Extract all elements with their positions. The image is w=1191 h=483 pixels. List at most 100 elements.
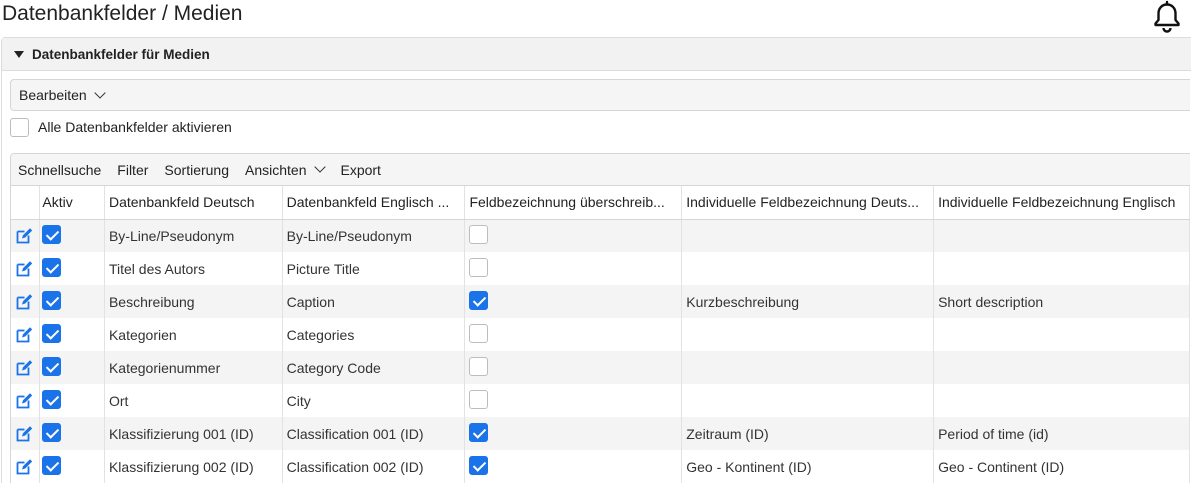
edit-icon[interactable] (15, 293, 33, 311)
bell-icon[interactable] (1150, 0, 1184, 34)
col-header-edit (11, 186, 41, 220)
field-de-cell: Beschreibung (104, 285, 283, 318)
edit-menu-bar: Bearbeiten (10, 79, 1190, 111)
override-checkbox[interactable] (469, 356, 489, 376)
row-edit-cell (11, 219, 41, 252)
table-row[interactable]: Kategorienummer Category Code (11, 351, 1190, 384)
active-checkbox[interactable] (42, 422, 62, 442)
edit-icon[interactable] (15, 392, 33, 410)
override-cell (464, 417, 683, 450)
quick-search-button[interactable]: Schnellsuche (18, 162, 101, 178)
override-cell (464, 219, 683, 252)
override-cell (464, 384, 683, 417)
row-edit-cell (11, 384, 41, 417)
custom-de-cell (681, 252, 935, 285)
custom-en-cell: Period of time (id) (933, 417, 1190, 450)
chevron-down-icon (94, 86, 106, 99)
custom-en-cell (933, 318, 1190, 351)
activate-all-label: Alle Datenbankfelder aktivieren (38, 119, 232, 135)
active-checkbox[interactable] (42, 389, 62, 409)
override-checkbox[interactable] (469, 422, 489, 442)
override-checkbox[interactable] (469, 455, 489, 475)
views-label: Ansichten (245, 161, 307, 178)
override-checkbox[interactable] (469, 224, 489, 244)
custom-en-cell (933, 351, 1190, 384)
active-cell (39, 318, 105, 351)
override-checkbox[interactable] (469, 257, 489, 277)
views-button[interactable]: Ansichten (245, 161, 327, 178)
active-cell (39, 384, 105, 417)
chevron-down-icon (314, 161, 327, 173)
override-cell (464, 450, 683, 483)
active-cell (39, 417, 105, 450)
activate-all-row: Alle Datenbankfelder aktivieren (10, 117, 232, 137)
field-en-cell: By-Line/Pseudonym (282, 219, 466, 252)
table-row[interactable]: Beschreibung Caption Kurzbeschreibung Short… (11, 285, 1190, 318)
active-checkbox[interactable] (42, 323, 62, 343)
table-row[interactable]: Kategorien Categories (11, 318, 1190, 351)
override-cell (464, 252, 683, 285)
custom-en-cell (933, 252, 1190, 285)
triangle-down-icon[interactable] (14, 50, 24, 58)
active-checkbox[interactable] (42, 290, 62, 310)
table-header-row: Aktiv Datenbankfeld Deutsch Datenbankfel… (11, 186, 1190, 220)
field-en-cell: Caption (282, 285, 466, 318)
data-grid: Schnellsuche Filter Sortierung Ansichten… (10, 153, 1190, 483)
active-checkbox[interactable] (42, 257, 62, 277)
page-title: Datenbankfelder / Medien (2, 2, 243, 25)
row-edit-cell (11, 417, 41, 450)
field-en-cell: Classification 001 (ID) (282, 417, 466, 450)
grid-toolbar: Schnellsuche Filter Sortierung Ansichten… (11, 154, 1190, 186)
edit-icon[interactable] (15, 359, 33, 377)
field-en-cell: Classification 002 (ID) (282, 450, 466, 483)
export-button[interactable]: Export (340, 162, 380, 178)
active-checkbox[interactable] (42, 455, 62, 475)
col-header-custom-en[interactable]: Individuelle Feldbezeichnung Englisch (933, 186, 1190, 220)
override-checkbox[interactable] (469, 323, 489, 343)
table-row[interactable]: Klassifizierung 002 (ID) Classification 0… (11, 450, 1190, 483)
col-header-field-en[interactable]: Datenbankfeld Englisch ... (282, 186, 466, 220)
col-header-field-de[interactable]: Datenbankfeld Deutsch (104, 186, 283, 220)
custom-de-cell (681, 351, 935, 384)
col-header-override[interactable]: Feldbezeichnung überschreib... (464, 186, 683, 220)
edit-icon[interactable] (15, 260, 33, 278)
section-header[interactable]: Datenbankfelder für Medien (2, 38, 1191, 71)
field-en-cell: City (282, 384, 466, 417)
edit-icon[interactable] (15, 227, 33, 245)
edit-icon[interactable] (15, 425, 33, 443)
active-checkbox[interactable] (42, 224, 62, 244)
override-cell (464, 318, 683, 351)
table-row[interactable]: Ort City (11, 384, 1190, 417)
custom-de-cell (681, 384, 935, 417)
active-cell (39, 252, 105, 285)
table-row[interactable]: By-Line/Pseudonym By-Line/Pseudonym (11, 219, 1190, 252)
row-edit-cell (11, 252, 41, 285)
edit-icon[interactable] (15, 458, 33, 476)
active-checkbox[interactable] (42, 356, 62, 376)
table-row[interactable]: Klassifizierung 001 (ID) Classification 0… (11, 417, 1190, 450)
override-checkbox[interactable] (469, 290, 489, 310)
active-cell (39, 450, 105, 483)
table-row[interactable]: Titel des Autors Picture Title (11, 252, 1190, 285)
activate-all-checkbox[interactable] (10, 117, 29, 137)
row-edit-cell (11, 285, 41, 318)
custom-de-cell: Zeitraum (ID) (681, 417, 935, 450)
field-de-cell: By-Line/Pseudonym (104, 219, 283, 252)
override-checkbox[interactable] (469, 389, 489, 409)
override-cell (464, 351, 683, 384)
field-en-cell: Categories (282, 318, 466, 351)
custom-en-cell: Geo - Continent (ID) (933, 450, 1190, 483)
custom-de-cell (681, 219, 935, 252)
edit-icon[interactable] (15, 326, 33, 344)
filter-button[interactable]: Filter (117, 162, 148, 178)
custom-de-cell: Kurzbeschreibung (681, 285, 935, 318)
custom-de-cell (681, 318, 935, 351)
field-de-cell: Kategorienummer (104, 351, 283, 384)
col-header-custom-de[interactable]: Individuelle Feldbezeichnung Deuts... (681, 186, 935, 220)
sort-button[interactable]: Sortierung (164, 162, 229, 178)
field-de-cell: Klassifizierung 002 (ID) (104, 450, 283, 483)
custom-de-cell: Geo - Kontinent (ID) (681, 450, 935, 483)
col-header-active[interactable]: Aktiv (39, 186, 105, 220)
custom-en-cell (933, 384, 1190, 417)
edit-menu-button[interactable]: Bearbeiten (19, 86, 106, 103)
